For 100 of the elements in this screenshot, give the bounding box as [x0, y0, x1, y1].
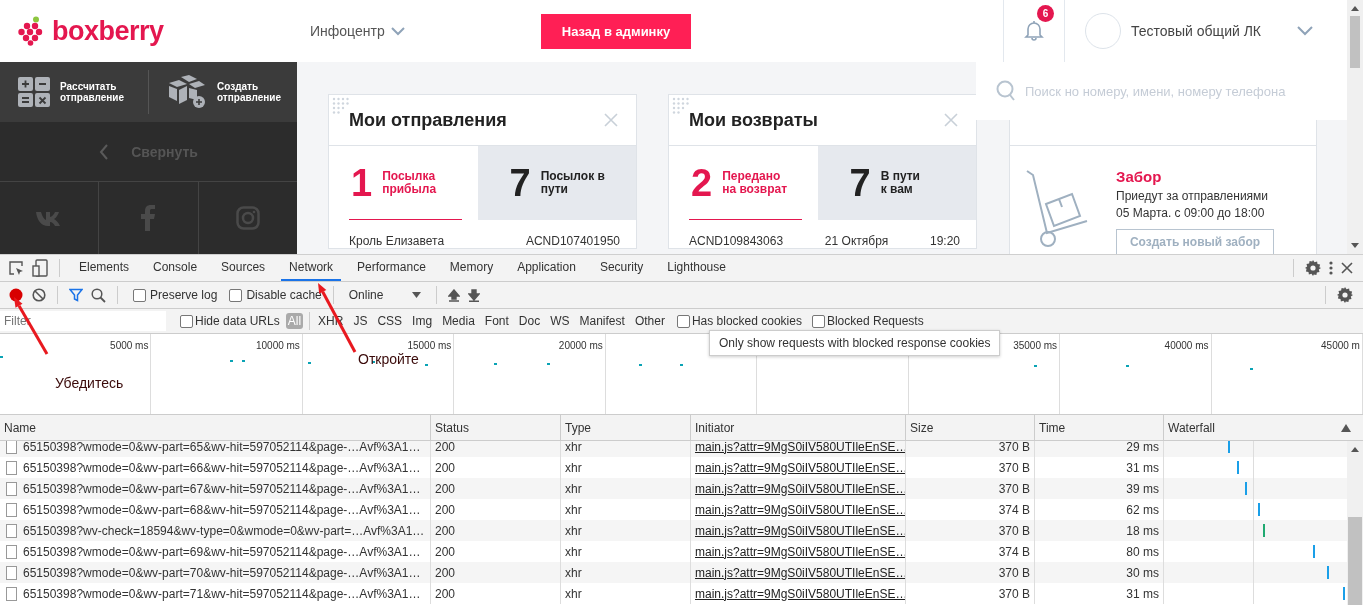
checkbox-label[interactable]: Blocked Requests [826, 314, 924, 328]
file-icon [6, 481, 17, 496]
chevron-down-icon[interactable] [1297, 26, 1313, 36]
sort-arrow-icon[interactable] [1341, 423, 1351, 432]
table-cell: 200 [435, 502, 456, 517]
table-cell: xhr [565, 460, 582, 475]
initiator-link[interactable]: main.js?attr=9MgS0iIV580UTIleEnSE… [695, 586, 905, 601]
settings-icon[interactable] [1337, 287, 1353, 303]
more-options-icon[interactable] [1329, 261, 1333, 275]
table-cell[interactable]: 65150398?wmode=0&wv-part=71&wv-hit=597052114&page-…Avf%3A1… [23, 586, 421, 601]
column-header[interactable]: Time [1035, 415, 1164, 440]
checkbox-label[interactable]: Disable cache [246, 288, 322, 302]
filter-icon[interactable] [69, 288, 83, 302]
type-filter-button[interactable]: CSS [375, 313, 405, 329]
table-cell: 29 ms [1126, 441, 1159, 454]
column-header[interactable]: Type [561, 415, 691, 440]
table-cell: 31 ms [1126, 460, 1159, 475]
table-cell[interactable]: 65150398?wmode=0&wv-part=65&wv-hit=597052114&page-…Avf%3A1… [23, 441, 421, 454]
dot-grid-icon [332, 97, 350, 115]
table-cell[interactable]: 65150398?wv-check=18594&wv-type=0&wmode=0&wv-part=…Avf%3A1… [23, 523, 425, 538]
boxes-icon [167, 75, 207, 109]
search-field[interactable]: Поиск но номеру, имени, номеру телефона [976, 62, 1347, 120]
download-icon[interactable] [467, 288, 480, 302]
type-filter-button[interactable]: Media [440, 313, 477, 329]
checkbox[interactable] [133, 288, 146, 302]
table-cell[interactable]: 65150398?wmode=0&wv-part=67&wv-hit=597052114&page-…Avf%3A1… [23, 481, 421, 496]
devtools-tab[interactable]: Lighthouse [659, 255, 734, 281]
table-cell: 200 [435, 441, 456, 454]
table-cell: 200 [435, 481, 456, 496]
initiator-link[interactable]: main.js?attr=9MgS0iIV580UTIleEnSE… [695, 502, 905, 517]
checkbox[interactable] [676, 314, 690, 328]
clear-icon[interactable] [32, 288, 46, 302]
scrollbar-thumb[interactable] [1350, 16, 1360, 68]
type-filter-button[interactable]: Manifest [577, 313, 627, 329]
checkbox-label[interactable]: Preserve log [150, 288, 218, 302]
checkbox-label[interactable]: Hide data URLs [195, 314, 280, 328]
file-icon [6, 565, 17, 580]
record-button[interactable] [8, 287, 24, 303]
initiator-link[interactable]: main.js?attr=9MgS0iIV580UTIleEnSE… [695, 481, 905, 496]
table-cell[interactable]: 65150398?wmode=0&wv-part=70&wv-hit=597052114&page-…Avf%3A1… [23, 565, 421, 580]
time-tick-label: 5000 ms [110, 340, 149, 351]
table-cell[interactable]: 65150398?wmode=0&wv-part=68&wv-hit=597052114&page-…Avf%3A1… [23, 502, 421, 517]
close-icon[interactable] [1341, 262, 1353, 274]
upload-icon[interactable] [447, 288, 460, 302]
devtools-tab[interactable]: Application [509, 255, 584, 281]
table-cell[interactable]: 65150398?wmode=0&wv-part=66&wv-hit=597052114&page-…Avf%3A1… [23, 460, 421, 475]
search-icon[interactable] [91, 287, 106, 303]
scrollbar-thumb[interactable] [1348, 517, 1362, 605]
table-cell: 31 ms [1126, 586, 1159, 601]
throttling-select[interactable]: Online [344, 288, 425, 302]
column-header[interactable]: Size [906, 415, 1035, 440]
table-cell: 370 B [998, 586, 1030, 601]
checkbox[interactable] [180, 314, 193, 328]
devtools-tab[interactable]: Elements [71, 255, 138, 281]
back-to-admin-button[interactable]: Назад в админку [541, 13, 691, 49]
checkbox[interactable] [229, 288, 243, 302]
type-filter-button[interactable]: Font [482, 313, 511, 329]
stat-label: Посылок в пути [540, 169, 605, 197]
initiator-link[interactable]: main.js?attr=9MgS0iIV580UTIleEnSE… [695, 441, 905, 454]
scroll-down-icon[interactable] [1350, 242, 1360, 250]
table-cell: xhr [565, 523, 582, 538]
pickup-title: Забор [1116, 168, 1163, 185]
type-filter-button[interactable]: Img [410, 313, 435, 329]
table-cell[interactable]: 65150398?wmode=0&wv-part=69&wv-hit=597052114&page-…Avf%3A1… [23, 544, 421, 559]
stat-label: В пути к вам [880, 169, 920, 197]
devtools-tab[interactable]: Performance [349, 255, 434, 281]
account-name[interactable]: Тестовый общий ЛК [1131, 23, 1261, 39]
file-icon [6, 460, 17, 475]
devtools-tab[interactable]: Security [591, 255, 652, 281]
checkbox-label[interactable]: Has blocked cookies [691, 314, 802, 328]
logo-text[interactable]: boxberry [52, 15, 164, 47]
time-tick-label: 35000 ms [1013, 340, 1058, 351]
initiator-link[interactable]: main.js?attr=9MgS0iIV580UTIleEnSE… [695, 460, 905, 475]
hand-truck-icon [1026, 168, 1088, 250]
create-shipment-button[interactable]: Создать отправление [149, 70, 297, 114]
initiator-link[interactable]: main.js?attr=9MgS0iIV580UTIleEnSE… [695, 544, 905, 559]
column-header[interactable]: Waterfall [1164, 415, 1363, 440]
type-filter-button[interactable]: Doc [516, 313, 543, 329]
column-header[interactable]: Status [431, 415, 561, 440]
infocenter-menu[interactable]: Инфоцентр [310, 23, 541, 39]
initiator-link[interactable]: main.js?attr=9MgS0iIV580UTIleEnSE… [695, 565, 905, 580]
type-filter-button[interactable]: WS [548, 313, 572, 329]
devtools-tab[interactable]: Console [145, 255, 206, 281]
device-icon[interactable] [32, 259, 48, 277]
bell-icon[interactable] [1024, 20, 1044, 42]
scroll-up-icon[interactable] [1350, 445, 1360, 453]
type-filter-button[interactable]: JS [351, 313, 370, 329]
column-header[interactable]: Name [0, 415, 431, 440]
stat-count: 7 [509, 161, 531, 205]
devtools-tab[interactable]: Memory [441, 255, 502, 281]
column-header[interactable]: Initiator [691, 415, 906, 440]
type-filter-button[interactable]: Other [632, 313, 667, 329]
checkbox[interactable] [811, 314, 825, 328]
calculate-shipment-button[interactable]: Рассчитать отправление [0, 70, 149, 114]
stat-count: 7 [849, 161, 871, 205]
settings-icon[interactable] [1305, 260, 1321, 276]
inspect-icon[interactable] [8, 260, 24, 276]
scroll-up-icon[interactable] [1350, 4, 1360, 12]
initiator-link[interactable]: main.js?attr=9MgS0iIV580UTIleEnSE… [695, 523, 905, 538]
devtools-tab[interactable]: Sources [213, 255, 274, 281]
